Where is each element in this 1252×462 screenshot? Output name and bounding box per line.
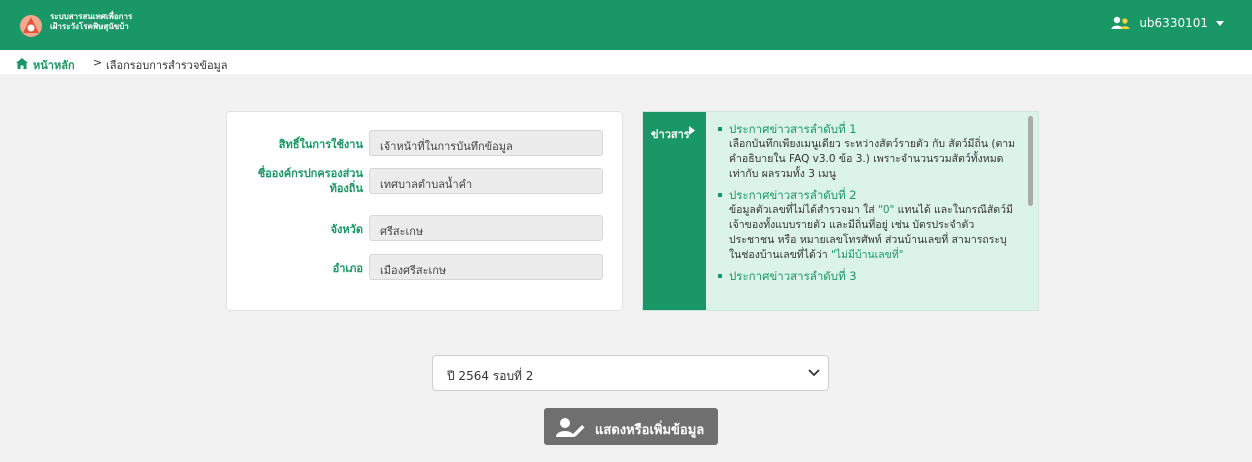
news-label: ข่าวสาร [643,112,706,310]
news-item-body: เลือกบันทึกเพียงเมนูเดียว ระหว่างสัตว์รา… [729,138,1016,180]
username-label: ub6330101 [1139,16,1208,30]
organization-label: ชื่อองค์กรปกครองส่วน ท้องถิ่น [227,166,363,196]
news-item-title: ประกาศข่าวสารลำดับที่ 2 [729,188,857,202]
show-or-add-data-label: แสดงหรือเพิ่มข้อมูล [595,423,705,438]
caret-right-icon [689,126,695,135]
breadcrumb: หน้าหลัก > เลือกรอบการสำรวจข้อมูล [0,50,1252,74]
breadcrumb-separator: > [93,56,103,69]
breadcrumb-home-link[interactable]: หน้าหลัก [16,56,75,74]
chevron-down-icon [808,369,820,377]
news-highlight-zero: "0" [878,204,895,216]
brand-line-2: เฝ้าระวังโรคพิษสุนัขบ้า [50,22,129,31]
district-label: อำเภอ [332,262,363,275]
survey-round-select[interactable]: ปี 2564 รอบที่ 2 [432,355,829,391]
role-label: สิทธิ์ในการใช้งาน [278,138,363,151]
user-menu[interactable]: ub6330101 [1111,16,1224,30]
show-or-add-data-button[interactable]: แสดงหรือเพิ่มข้อมูล [544,408,718,445]
news-item: ประกาศข่าวสารลำดับที่ 2 ข้อมูลตัวเลขที่ไ… [717,188,1017,263]
news-panel[interactable]: ข่าวสาร ประกาศข่าวสารลำดับที่ 1 เลือกบัน… [642,111,1039,311]
app-brand[interactable]: ระบบสารสนเทศเพื่อการ เฝ้าระวังโรคพิษสุนั… [50,12,132,32]
caret-down-icon [1216,20,1224,26]
news-highlight-no-house-number: "ไม่มีบ้านเลขที่" [830,249,904,261]
home-icon [16,58,28,72]
breadcrumb-current: เลือกรอบการสำรวจข้อมูล [106,59,228,72]
province-field[interactable]: ศรีสะเกษ [369,215,603,241]
role-field[interactable]: เจ้าหน้าที่ในการบันทึกข้อมูล [369,130,603,156]
news-list: ประกาศข่าวสารลำดับที่ 1 เลือกบันทึกเพียง… [717,122,1017,290]
news-item: ประกาศข่าวสารลำดับที่ 3 [717,269,1017,284]
district-field[interactable]: เมืองศรีสะเกษ [369,254,603,280]
users-icon [1111,16,1131,30]
news-item-body: ข้อมูลตัวเลขที่ไม่ได้สำรวจมา ใส่ "0" แทน… [729,203,1017,263]
news-item: ประกาศข่าวสารลำดับที่ 1 เลือกบันทึกเพียง… [717,122,1017,182]
user-edit-icon [556,418,585,437]
news-scrollbar-thumb[interactable] [1028,116,1033,206]
news-body-text: ข้อมูลตัวเลขที่ไม่ได้สำรวจมา ใส่ [729,204,878,216]
news-label-text: ข่าวสาร [651,128,690,141]
organization-field[interactable]: เทศบาลตำบลน้ำคำ [369,168,603,194]
organization-label-line-2: ท้องถิ่น [329,182,363,195]
top-navbar: ระบบสารสนเทศเพื่อการ เฝ้าระวังโรคพิษสุนั… [0,0,1252,50]
province-label: จังหวัด [330,223,363,236]
user-info-card: สิทธิ์ในการใช้งาน เจ้าหน้าที่ในการบันทึก… [226,111,623,311]
breadcrumb-home-label: หน้าหลัก [33,59,75,72]
organization-label-line-1: ชื่อองค์กรปกครองส่วน [257,167,363,180]
news-item-title: ประกาศข่าวสารลำดับที่ 1 [729,122,857,136]
app-logo-icon[interactable] [18,14,44,38]
brand-line-1: ระบบสารสนเทศเพื่อการ [50,12,133,21]
news-item-title: ประกาศข่าวสารลำดับที่ 3 [729,269,857,283]
survey-round-selected: ปี 2564 รอบที่ 2 [447,369,534,383]
